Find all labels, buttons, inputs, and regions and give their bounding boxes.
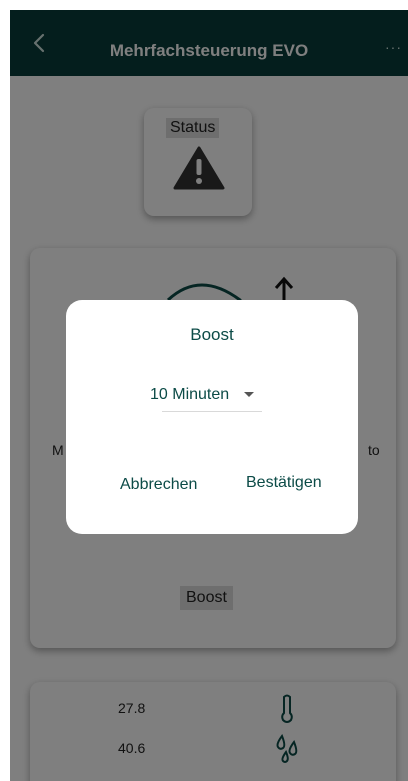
confirm-button[interactable]: Bestätigen — [246, 474, 322, 492]
dialog-title: Boost — [190, 325, 234, 344]
caret-down-icon — [244, 392, 254, 397]
duration-select-value: 10 Minuten — [150, 386, 230, 403]
duration-select[interactable]: 10 Minuten — [150, 386, 262, 412]
app-frame: Mehrfachsteuerung EVO ··· Status M to Bo… — [10, 10, 408, 781]
cancel-button[interactable]: Abbrechen — [120, 476, 197, 494]
boost-dialog: Boost 10 Minuten Abbrechen Bestätigen — [66, 300, 358, 534]
